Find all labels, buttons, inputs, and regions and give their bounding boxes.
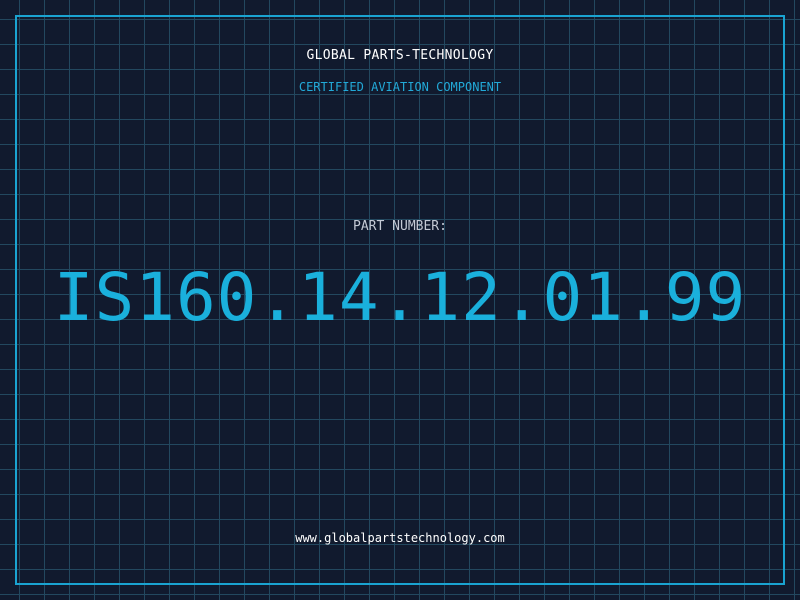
part-number-value: IS160.14.12.01.99: [53, 259, 747, 336]
company-name: GLOBAL PARTS-TECHNOLOGY: [306, 48, 494, 63]
part-number-label: PART NUMBER:: [353, 219, 447, 234]
certification-subtitle: CERTIFIED AVIATION COMPONENT: [298, 80, 502, 94]
website-url: www.globalpartstechnology.com: [295, 531, 505, 545]
